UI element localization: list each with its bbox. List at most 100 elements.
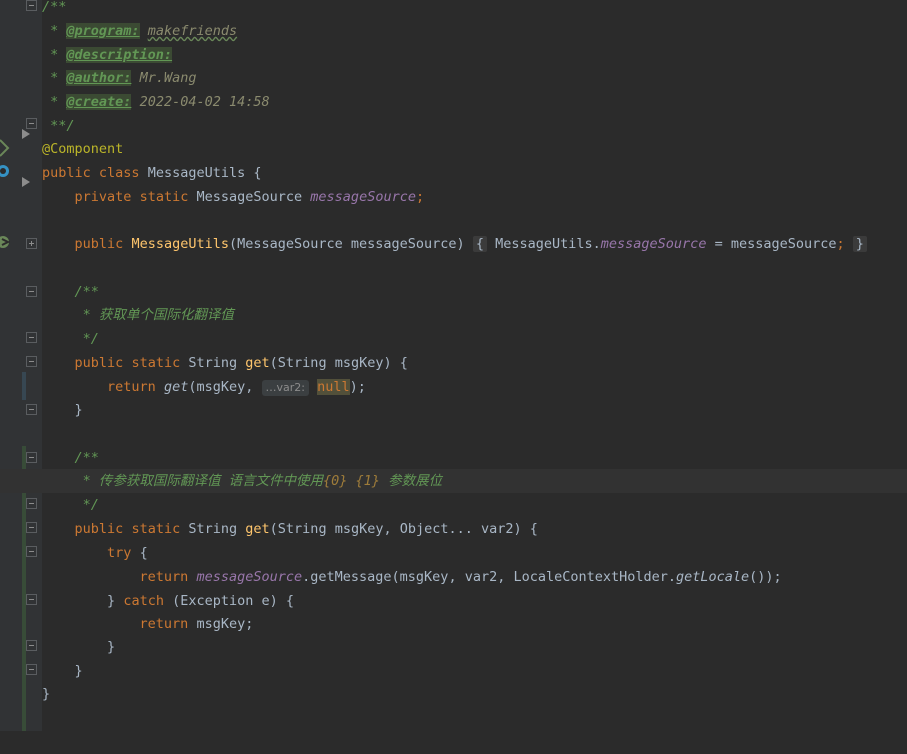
code-line: } [0, 682, 907, 706]
call-args: (msgKey, [188, 379, 254, 395]
return-type: String [188, 355, 238, 371]
keyword: static [131, 355, 181, 371]
code-line: */ [0, 327, 907, 351]
method-call: get [163, 379, 189, 395]
doc-placeholder: {0} {1} [323, 473, 380, 489]
code-line: /** [0, 446, 907, 470]
doc-star: * [42, 70, 67, 86]
return-type: String [188, 521, 238, 537]
method-name: get [245, 521, 270, 537]
doc-tag-program: @program: [66, 23, 140, 39]
method-params: (String msgKey) [269, 355, 392, 371]
doc-open: /** [42, 0, 67, 15]
code-line: */ [0, 493, 907, 517]
keyword: public [74, 521, 124, 537]
keyword: private [74, 189, 132, 205]
semicolon: ; [415, 189, 425, 205]
code-line: * @author: Mr.Wang [0, 66, 907, 90]
call-tail: ()); [749, 569, 782, 585]
brace: { [139, 545, 148, 561]
code-line: * @create: 2022-04-02 14:58 [0, 90, 907, 114]
keyword: static [139, 189, 189, 205]
doc-text: * 获取单个国际化翻译值 [74, 307, 234, 323]
doc-tag-author: @author: [66, 70, 132, 86]
doc-value-create: 2022-04-02 14:58 [139, 94, 270, 110]
brace: } [107, 593, 116, 609]
doc-tag-description: @description: [66, 47, 173, 63]
code-line: @Component [0, 137, 907, 161]
method-name: get [245, 355, 270, 371]
doc-star: * [42, 47, 67, 63]
annotation-component: @Component [42, 141, 124, 157]
code-line: } [0, 659, 907, 683]
doc-close: **/ [50, 118, 75, 134]
brace: } [74, 402, 83, 418]
code-line: return get(msgKey, …var2: null); [0, 375, 907, 399]
code-line: public MessageUtils(MessageSource messag… [0, 232, 907, 256]
null-literal: null [317, 379, 350, 395]
code-line: * @description: [0, 43, 907, 67]
constructor-name: MessageUtils [131, 236, 229, 252]
code-line: public static String get(String msgKey, … [0, 517, 907, 541]
brace: } [107, 639, 116, 655]
field-ref: messageSource [600, 236, 707, 252]
field-name: messageSource [310, 189, 416, 205]
doc-close: */ [74, 331, 99, 347]
code-line: private static MessageSource messageSour… [0, 185, 907, 209]
code-line: /** [0, 0, 907, 19]
code-line: public static String get(String msgKey) … [0, 351, 907, 375]
brace: } [74, 663, 83, 679]
doc-open: /** [74, 450, 99, 466]
keyword: public [74, 236, 124, 252]
keyword: return [107, 379, 156, 395]
constructor-params: (MessageSource messageSource) [228, 236, 465, 252]
code-line: **/ [0, 114, 907, 138]
code-line: } catch (Exception e) { [0, 589, 907, 613]
static-call: getLocale [676, 569, 750, 585]
method-call: .getMessage(msgKey, var2, LocaleContextH… [302, 569, 677, 585]
doc-tag-create: @create: [66, 94, 132, 110]
catch-signature: (Exception e) { [172, 593, 295, 609]
keyword: try [107, 545, 132, 561]
code-line: return msgKey; [0, 612, 907, 636]
keyword: public [42, 165, 91, 181]
brace: { [253, 165, 262, 181]
type-name: MessageSource [196, 189, 303, 205]
folded-body[interactable]: { [472, 236, 487, 252]
doc-text: * 传参获取国际翻译值 语言文件中使用 [74, 473, 324, 489]
doc-close: */ [74, 497, 99, 513]
brace: { [529, 521, 538, 537]
class-ref: MessageUtils. [495, 236, 601, 252]
class-close-brace: } [42, 686, 51, 702]
field-ref: messageSource [196, 569, 303, 585]
class-name: MessageUtils [147, 165, 246, 181]
brace: { [399, 355, 408, 371]
return-value: msgKey; [196, 616, 254, 632]
doc-star: * [42, 94, 67, 110]
doc-value-author: Mr.Wang [139, 70, 197, 86]
assignment: = messageSource [706, 236, 837, 252]
doc-value-program: makefriends [147, 23, 238, 39]
doc-text: 参数展位 [379, 473, 443, 489]
code-line: * @program: makefriends [0, 19, 907, 43]
code-line: public class MessageUtils { [0, 161, 907, 185]
code-line: /** [0, 280, 907, 304]
code-editor[interactable]: /** * @program: makefriends * @descripti… [0, 0, 907, 731]
code-line: return messageSource.getMessage(msgKey, … [0, 565, 907, 589]
call-tail: ); [349, 379, 366, 395]
keyword: static [131, 521, 181, 537]
keyword: return [139, 569, 189, 585]
folded-body-end[interactable]: } [852, 236, 867, 252]
keyword: class [98, 165, 140, 181]
doc-star: * [42, 23, 67, 39]
keyword: catch [123, 593, 164, 609]
method-params: (String msgKey, Object... var2) [269, 521, 522, 537]
semicolon: ; [836, 236, 845, 252]
parameter-hint: …var2: [261, 380, 309, 396]
keyword: return [139, 616, 189, 632]
code-line: } [0, 635, 907, 659]
code-line-current: * 传参获取国际翻译值 语言文件中使用{0} {1} 参数展位 [0, 469, 907, 493]
doc-open: /** [74, 284, 99, 300]
keyword: public [74, 355, 124, 371]
code-line: try { [0, 541, 907, 565]
